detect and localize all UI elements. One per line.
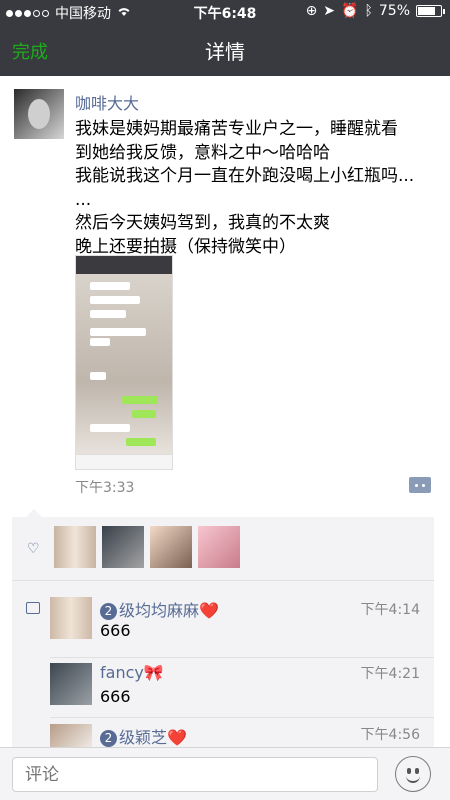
alarm-icon: ⏰ xyxy=(341,3,359,19)
like-avatar[interactable] xyxy=(54,526,96,568)
heart-icon: ❤️ xyxy=(167,728,187,747)
post-line: 到她给我反馈，意料之中～哈哈哈 xyxy=(75,142,330,163)
comment-icon xyxy=(26,602,40,614)
post-time: 下午3:33 xyxy=(75,480,135,496)
heart-icon: ❤️ xyxy=(199,601,219,620)
commenter-name[interactable]: 2 级颖芝❤️ xyxy=(100,724,187,748)
post-text: 我妹是姨妈期最痛苦专业户之一，睡醒就看 到她给我反馈，意料之中～哈哈哈 我能说我… xyxy=(75,118,445,259)
status-right: ⊕ ➤ ⏰ ᛒ 75% xyxy=(305,3,445,19)
interaction-panel: ♡ 2 级均均麻麻❤️ 下午4:14 666 fancy🎀 下午4:21 666 … xyxy=(12,509,434,766)
post-line: 然后今天姨妈驾到，我真的不太爽 xyxy=(75,213,330,233)
nav-bar: 完成 详情 xyxy=(0,24,450,76)
battery-label: 75% xyxy=(378,3,410,19)
battery-icon xyxy=(416,5,445,17)
page-title: 详情 xyxy=(205,40,245,64)
like-avatar[interactable] xyxy=(102,526,144,568)
post-line: ... xyxy=(75,189,92,210)
post-image[interactable] xyxy=(75,255,173,470)
like-avatar[interactable] xyxy=(198,526,240,568)
ribbon-icon: 🎀 xyxy=(143,663,164,682)
comment-input-bar xyxy=(0,747,450,800)
emoji-icon[interactable] xyxy=(395,756,431,792)
level-badge: 2 xyxy=(100,603,117,620)
author-avatar[interactable] xyxy=(14,89,64,139)
heart-outline-icon: ♡ xyxy=(27,541,40,557)
location-icon: ➤ xyxy=(323,3,336,19)
author-name[interactable]: 咖啡大大 xyxy=(75,90,139,114)
more-actions-button[interactable] xyxy=(409,477,431,493)
comment-item[interactable]: fancy🎀 下午4:21 666 xyxy=(50,657,434,721)
like-avatar[interactable] xyxy=(150,526,192,568)
bluetooth-icon: ᛒ xyxy=(364,3,373,19)
comment-input[interactable] xyxy=(12,757,378,792)
commenter-avatar[interactable] xyxy=(50,597,92,639)
status-bar: 中国移动 下午6:48 ⊕ ➤ ⏰ ᛒ 75% xyxy=(0,0,450,24)
comment-time: 下午4:56 xyxy=(360,727,420,743)
comment-item[interactable]: 2 级均均麻麻❤️ 下午4:14 666 xyxy=(50,597,434,657)
commenter-avatar[interactable] xyxy=(50,663,92,705)
comment-text: 666 xyxy=(100,621,131,640)
comment-text: 666 xyxy=(100,687,131,706)
lock-rotation-icon: ⊕ xyxy=(305,3,318,19)
post-line: 我能说我这个月一直在外跑没喝上小红瓶吗... xyxy=(75,166,415,186)
comment-time: 下午4:14 xyxy=(360,602,420,618)
likes-row: ♡ xyxy=(12,517,434,581)
post-line: 我妹是姨妈期最痛苦专业户之一，睡醒就看 xyxy=(75,119,398,139)
comment-item[interactable]: 2 级颖芝❤️ 下午4:56 xyxy=(50,717,434,766)
level-badge: 2 xyxy=(100,730,117,747)
commenter-name[interactable]: 2 级均均麻麻❤️ xyxy=(100,597,219,621)
comment-time: 下午4:21 xyxy=(360,666,420,682)
commenter-name[interactable]: fancy🎀 xyxy=(100,663,164,682)
